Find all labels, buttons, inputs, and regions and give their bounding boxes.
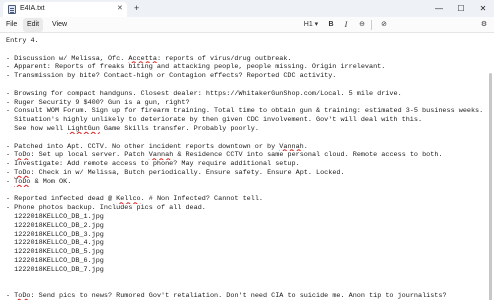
line-text: - [6,168,15,177]
text-line[interactable]: - Consult WOM Forum. Sign up for firearm… [6,107,490,116]
line-text: - Apparent: Reports of freaks biting and… [6,63,386,72]
text-line[interactable]: - ToDo: Send pics to news? Rumored Gov't… [6,292,490,300]
line-text: - Discussion w/ Melissa, Ofc. [6,54,129,63]
text-line[interactable]: 1222018KELLCO_DB_2.jpg [6,222,490,231]
text-line[interactable]: 1222018KELLCO_DB_3.jpg [6,231,490,240]
misspelled-word: ToDo [14,177,31,186]
text-line[interactable] [6,81,490,90]
line-text: Situation's highly unlikely to deteriora… [6,116,423,125]
line-text: 1222018KELLCO_DB_5.jpg [6,248,104,257]
misspelled-word: ToDo [14,292,31,300]
text-line[interactable]: - Phone photos backup. Includes pics of … [6,204,490,213]
line-text: 1222018KELLCO_DB_6.jpg [6,256,104,265]
toolbar-divider [371,20,372,30]
menu-bar: File Edit View H1 ▾ B I ⊖ ⊘ ⚙ [0,17,494,33]
line-text: Entry 4. [6,37,39,45]
minimize-icon[interactable]: — [428,0,450,17]
text-line[interactable]: - ToDo: Set up local server. Patch Vanna… [6,151,490,160]
misspelled-word: ToDo [14,168,31,177]
clear-formatting-icon[interactable]: ⊘ [378,18,390,32]
line-text: . [303,142,308,151]
line-text: & Residence CCTV into same personal clou… [173,151,443,160]
misspelled-word: Accetta [128,54,157,63]
menu-view[interactable]: View [48,18,71,32]
line-text: : Send pics to news? Rumored Gov't retal… [30,292,447,300]
text-line[interactable]: - Browsing for compact handguns. Closest… [6,90,490,99]
scrollbar[interactable] [489,73,492,300]
text-line[interactable]: - Investigate: Add remote access to phon… [6,160,490,169]
line-text: - Phone photos backup. Includes pics of … [6,204,206,213]
misspelled-word: LightGun [67,124,100,133]
bold-icon[interactable]: B [326,18,336,32]
text-line[interactable]: 1222018KELLCO_DB_7.jpg [6,266,490,275]
line-text: - [6,177,15,186]
line-text: : Set up local server. Patch [30,151,149,160]
line-text: - [6,151,15,160]
line-text: - Ruger Security 9 $400? Gun is a gun, r… [6,98,190,107]
misspelled-word: ToDo [14,151,31,160]
menu-edit[interactable]: Edit [23,18,44,32]
text-line[interactable]: - Patched into Apt. CCTV. No other incid… [6,143,490,152]
line-text: 1222018KELLCO_DB_2.jpg [6,221,104,230]
line-text: . # Non Infected? Cannot tell. [140,195,263,204]
tab-title: E4IA.txt [20,5,45,12]
link-icon[interactable]: ⊖ [356,18,368,32]
settings-icon[interactable]: ⚙ [478,18,490,32]
line-text: 1222018KELLCO_DB_3.jpg [6,230,104,239]
text-line[interactable] [6,134,490,143]
text-line[interactable]: - Apparent: Reports of freaks biting and… [6,63,490,72]
tab-document[interactable]: E4IA.txt ✕ [3,2,127,17]
line-text: 1222018KELLCO_DB_4.jpg [6,239,104,248]
misspelled-word: Kellco [116,195,141,204]
line-text: - Consult WOM Forum. Sign up for firearm… [6,107,484,116]
italic-icon[interactable]: I [341,18,351,32]
heading-dropdown[interactable]: H1 ▾ [300,18,322,32]
notepad-icon [8,5,16,14]
line-text: Game Skills transfer. Probably poorly. [99,124,259,133]
text-line[interactable] [6,187,490,196]
line-text: - [6,292,15,300]
window-controls: — ☐ ✕ [428,0,494,17]
text-line[interactable]: - ToDo & Mom OK. [6,178,490,187]
maximize-icon[interactable]: ☐ [450,0,472,17]
line-text: & Mom OK. [30,177,72,186]
tab-close-icon[interactable]: ✕ [117,4,123,13]
line-text: - Reported infected dead @ [6,195,117,204]
text-line[interactable]: - Ruger Security 9 $400? Gun is a gun, r… [6,99,490,108]
title-bar: E4IA.txt ✕ + — ☐ ✕ [0,0,494,17]
line-text: See how well [6,124,68,133]
misspelled-word: Vannah [148,151,174,160]
line-text: - Patched into Apt. CCTV. No other incid… [6,142,280,151]
close-window-icon[interactable]: ✕ [472,0,494,17]
text-line[interactable]: Entry 4. [6,37,490,46]
text-line[interactable]: See how well LightGun Game Skills transf… [6,125,490,134]
line-text: 1222018KELLCO_DB_1.jpg [6,212,104,221]
text-line[interactable]: - Transmission by bite? Contact-high or … [6,72,490,81]
line-text: 1222018KELLCO_DB_7.jpg [6,265,104,274]
text-line[interactable]: - ToDo: Check in w/ Melissa, Butch perio… [6,169,490,178]
text-editor[interactable]: Entry 4. - Discussion w/ Melissa, Ofc. Ac… [0,33,494,300]
text-line[interactable]: - Reported infected dead @ Kellco. # Non… [6,195,490,204]
menu-file[interactable]: File [2,18,21,32]
document-body[interactable]: Entry 4. - Discussion w/ Melissa, Ofc. Ac… [6,37,490,300]
text-line[interactable]: - Discussion w/ Melissa, Ofc. Accetta: r… [6,55,490,64]
text-line[interactable]: Situation's highly unlikely to deteriora… [6,116,490,125]
line-text: : reports of virus/drug outbreak. [156,54,292,63]
text-line[interactable]: 1222018KELLCO_DB_6.jpg [6,257,490,266]
text-line[interactable]: 1222018KELLCO_DB_4.jpg [6,239,490,248]
misspelled-word: Vannah [279,142,304,151]
line-text: - Investigate: Add remote access to phon… [6,160,300,169]
text-line[interactable]: 1222018KELLCO_DB_5.jpg [6,248,490,257]
text-line[interactable] [6,46,490,55]
text-line[interactable] [6,275,490,284]
text-line[interactable]: 1222018KELLCO_DB_1.jpg [6,213,490,222]
line-text: - Browsing for compact handguns. Closest… [6,89,402,98]
line-text: : Check in w/ Melissa, Butch periodicall… [30,168,345,177]
line-text: - Transmission by bite? Contact-high or … [6,72,337,81]
text-line[interactable] [6,283,490,292]
new-tab-icon[interactable]: + [134,3,139,13]
